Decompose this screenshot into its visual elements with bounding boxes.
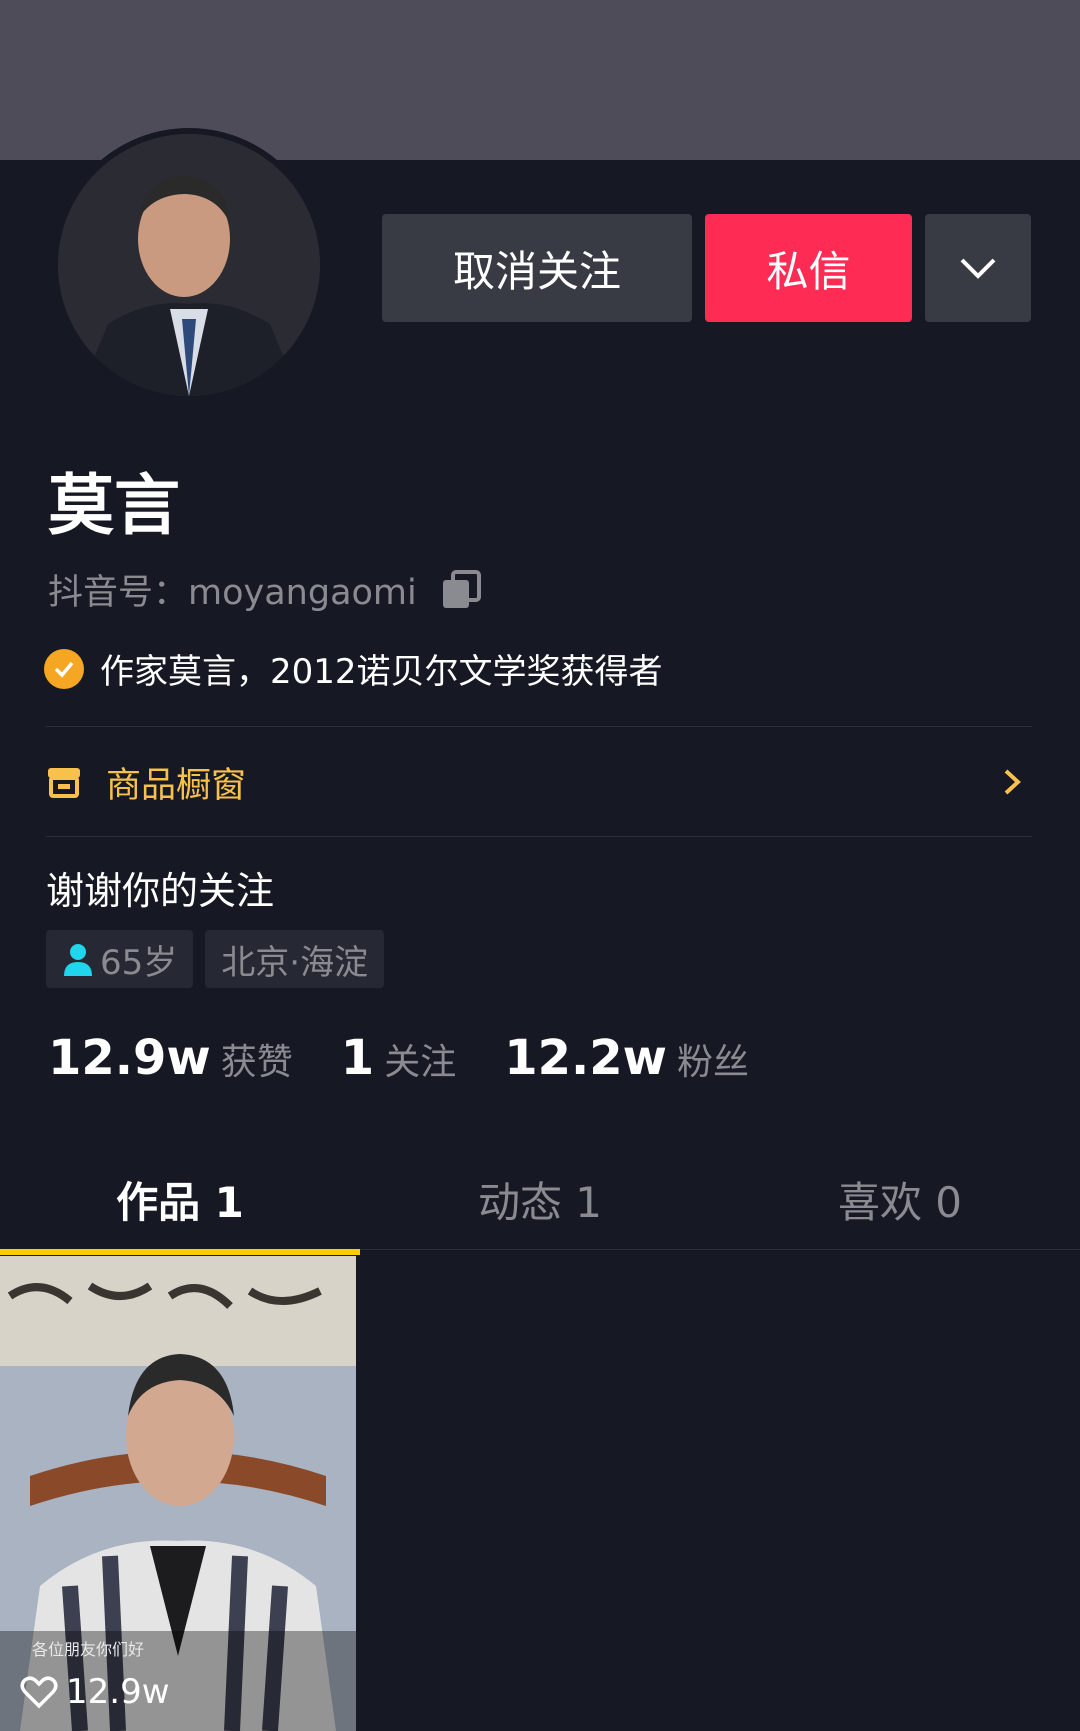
stat-followers-label: 粉丝 (677, 1042, 750, 1083)
profile-tags: 65岁 北京·海淀 (46, 930, 385, 988)
stat-likes-value: 12.9w (48, 1030, 211, 1086)
stat-following[interactable]: 1 关注 (341, 1030, 456, 1086)
bio-text: 谢谢你的关注 (46, 869, 275, 913)
shop-window-row[interactable]: 商品橱窗 (46, 740, 1032, 824)
message-button[interactable]: 私信 (705, 214, 912, 322)
divider (46, 836, 1032, 837)
stat-likes[interactable]: 12.9w 获赞 (48, 1030, 293, 1086)
unfollow-button-label: 取消关注 (452, 246, 621, 296)
avatar-portrait (58, 134, 320, 396)
video-likes: 12.9w (20, 1672, 170, 1712)
age-tag: 65岁 (46, 930, 194, 988)
stat-following-value: 1 (340, 1030, 375, 1086)
content-tabs: 作品 1 动态 1 喜欢 0 (0, 1150, 1080, 1255)
heart-icon (20, 1676, 58, 1709)
tab-liked-label: 喜欢 0 (837, 1178, 963, 1227)
video-likes-count: 12.9w (66, 1672, 170, 1712)
stat-followers[interactable]: 12.2w 粉丝 (504, 1030, 749, 1086)
more-options-button[interactable] (925, 214, 1031, 322)
person-icon (64, 944, 92, 976)
storefront-icon (48, 768, 80, 798)
unfollow-button[interactable]: 取消关注 (382, 214, 692, 322)
avatar[interactable] (52, 128, 326, 402)
location-tag: 北京·海淀 (205, 930, 385, 988)
douyin-id: 抖音号：moyangaomi (48, 573, 417, 613)
shop-window-label: 商品橱窗 (106, 765, 247, 806)
tab-liked[interactable]: 喜欢 0 (720, 1150, 1080, 1249)
tab-updates-label: 动态 1 (477, 1178, 603, 1227)
chevron-right-icon (1004, 769, 1021, 795)
profile-stats: 12.9w 获赞 1 关注 12.2w 粉丝 (48, 1030, 797, 1086)
location-label: 北京·海淀 (221, 942, 369, 983)
chevron-down-icon (960, 258, 996, 279)
stat-following-label: 关注 (384, 1042, 457, 1083)
stat-likes-label: 获赞 (220, 1042, 293, 1083)
tab-works[interactable]: 作品 1 (0, 1150, 360, 1255)
message-button-label: 私信 (766, 246, 851, 296)
stat-followers-value: 12.2w (504, 1030, 667, 1086)
douyin-id-row: 抖音号：moyangaomi (48, 564, 483, 615)
copy-icon[interactable] (439, 568, 483, 612)
tab-works-label: 作品 1 (116, 1178, 244, 1227)
tab-updates[interactable]: 动态 1 (360, 1150, 720, 1249)
video-caption: 各位朋友你们好 (32, 1640, 145, 1659)
age-label: 65岁 (100, 942, 178, 983)
verification-text: 作家莫言，2012诺贝尔文学奖获得者 (100, 652, 663, 692)
divider (46, 726, 1032, 727)
verification-row: 作家莫言，2012诺贝尔文学奖获得者 (44, 644, 663, 693)
profile-name: 莫言 (48, 467, 180, 544)
verified-check-icon (44, 648, 84, 689)
